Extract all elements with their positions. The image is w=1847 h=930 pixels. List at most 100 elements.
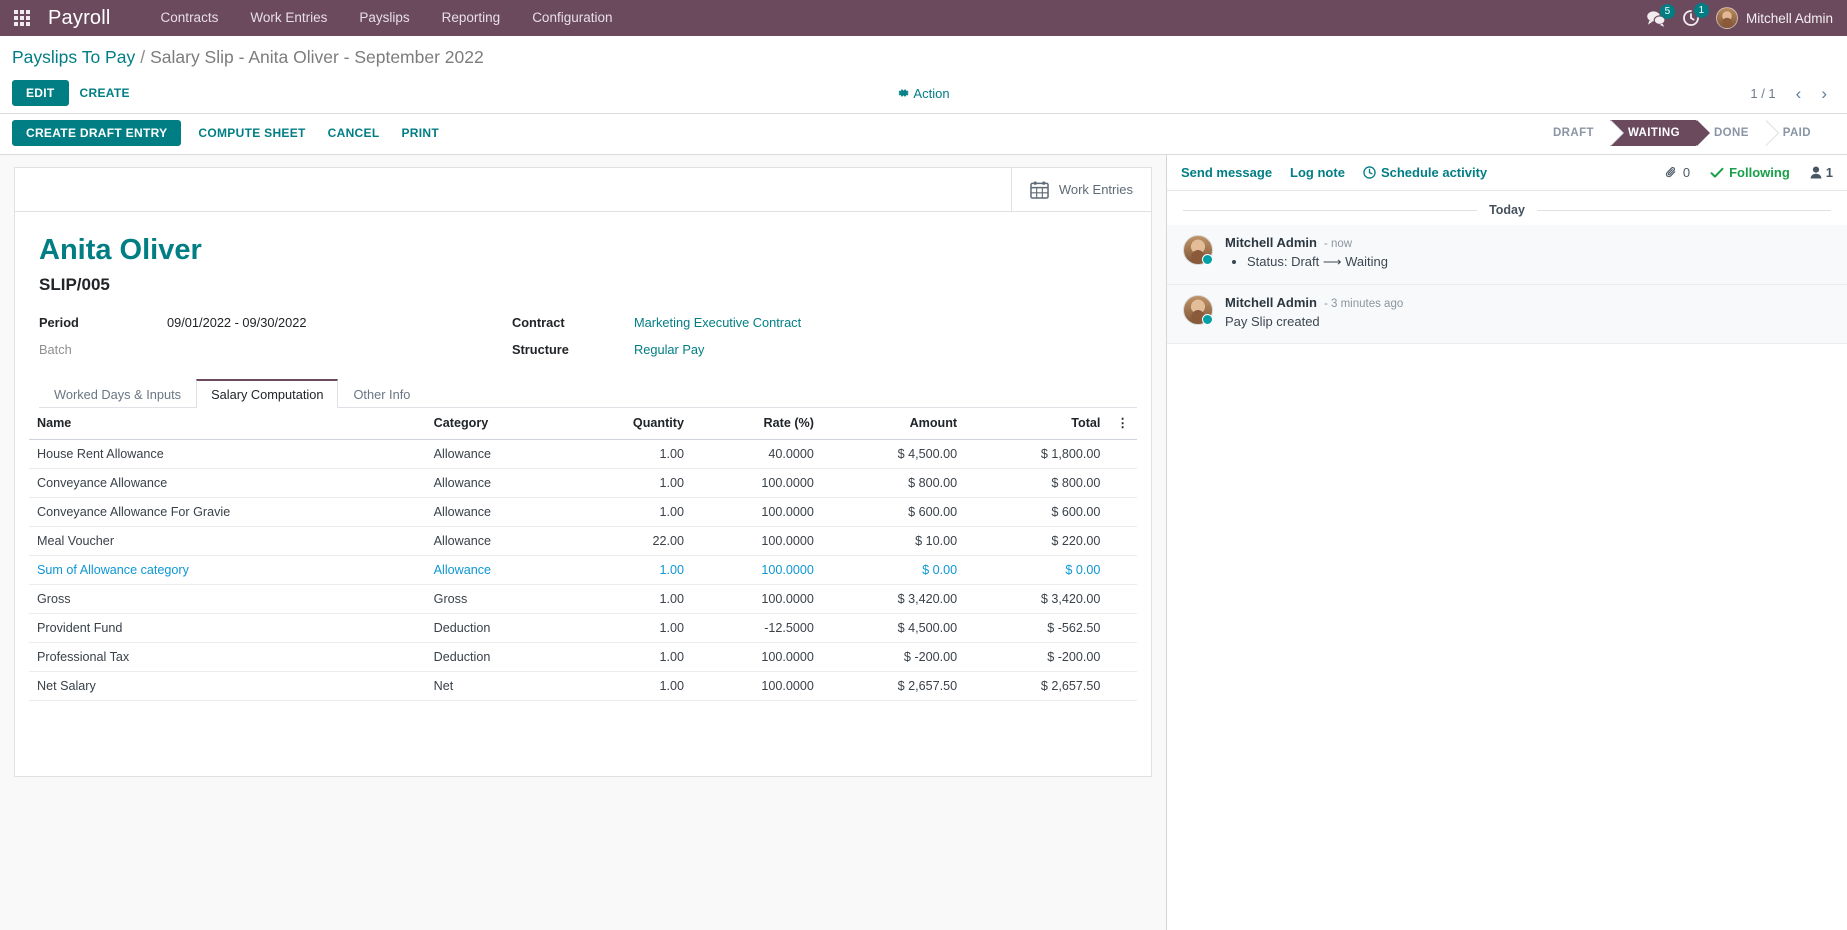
row-spacer — [1108, 468, 1137, 499]
tab-worked-days-inputs[interactable]: Worked Days & Inputs — [39, 379, 196, 408]
message-body: Mitchell Admin - 3 minutes ago Pay Slip cr… — [1225, 295, 1831, 329]
following-button[interactable]: Following — [1710, 165, 1790, 180]
row-category: Allowance — [425, 439, 565, 470]
user-menu[interactable]: Mitchell Admin — [1715, 7, 1833, 29]
tab-salary-computation[interactable]: Salary Computation — [196, 379, 339, 409]
row-name: Meal Voucher — [29, 526, 426, 557]
action-menu[interactable]: Action — [897, 86, 950, 101]
row-spacer — [1108, 584, 1137, 615]
create-draft-entry-button[interactable]: CREATE DRAFT ENTRY — [12, 120, 182, 146]
clock-icon — [1363, 166, 1376, 179]
row-total: $ -200.00 — [965, 642, 1109, 673]
table-row[interactable]: Provident Fund Deduction 1.00 -12.5000 $ 4,5… — [29, 613, 1137, 644]
following-label: Following — [1729, 165, 1790, 180]
row-category: Allowance — [425, 526, 565, 557]
compute-sheet-button[interactable]: COMPUTE SHEET — [187, 120, 316, 146]
form-fields: Period 09/01/2022 - 09/30/2022 Contract … — [39, 315, 1137, 357]
row-name: Professional Tax — [29, 642, 426, 673]
message-list: Mitchell Admin - now Status: Draft ⟶ Waiti… — [1167, 225, 1847, 344]
create-button[interactable]: CREATE — [69, 80, 141, 106]
row-amount: $ 800.00 — [821, 468, 966, 499]
salary-computation-table: Name Category Quantity Rate (%) Amount T… — [29, 408, 1137, 702]
row-total: $ 0.00 — [965, 555, 1109, 586]
message-thread: Today Mitchell Admin - now Status: Draft ⟶… — [1167, 191, 1847, 344]
pager-next-button[interactable]: › — [1813, 85, 1835, 102]
message-author[interactable]: Mitchell Admin — [1225, 295, 1317, 310]
row-category: Allowance — [425, 468, 565, 499]
table-row[interactable]: House Rent Allowance Allowance 1.00 40.0000… — [29, 439, 1137, 470]
table-row[interactable]: Conveyance Allowance For Gravie Allowance… — [29, 497, 1137, 528]
table-row[interactable]: Gross Gross 1.00 100.0000 $ 3,420.00 $ 3,420.… — [29, 584, 1137, 615]
row-amount: $ -200.00 — [821, 642, 966, 673]
row-total: $ 220.00 — [965, 526, 1109, 557]
breadcrumb-separator: / — [140, 47, 146, 67]
row-name: Provident Fund — [29, 613, 426, 644]
column-total: Total — [965, 408, 1109, 441]
attachments-button[interactable]: 0 — [1665, 165, 1690, 180]
row-rate: 100.0000 — [692, 468, 822, 499]
gear-icon — [898, 89, 909, 97]
control-panel: Payslips To Pay / Salary Slip - Anita Ol… — [0, 36, 1847, 114]
menu-work-entries[interactable]: Work Entries — [234, 0, 343, 36]
avatar — [1715, 7, 1738, 29]
row-name: Net Salary — [29, 671, 426, 702]
cancel-button[interactable]: CANCEL — [317, 120, 391, 146]
notebook-tabs: Worked Days & Inputs Salary Computation … — [39, 379, 1137, 409]
print-button[interactable]: PRINT — [390, 120, 450, 146]
row-spacer — [1108, 555, 1137, 586]
message-author[interactable]: Mitchell Admin — [1225, 235, 1317, 250]
table-header: Name Category Quantity Rate (%) Amount T… — [29, 408, 1137, 441]
row-spacer — [1108, 671, 1137, 702]
row-total: $ -562.50 — [965, 613, 1109, 644]
schedule-activity-button[interactable]: Schedule activity — [1363, 165, 1487, 180]
optional-columns-dropdown-icon[interactable]: ⋮ — [1108, 408, 1137, 441]
message-avatar[interactable] — [1183, 235, 1213, 265]
row-amount: $ 4,500.00 — [821, 613, 966, 644]
log-note-button[interactable]: Log note — [1290, 165, 1345, 180]
batch-value[interactable] — [167, 342, 512, 357]
contract-value[interactable]: Marketing Executive Contract — [634, 315, 1137, 330]
status-bar: DRAFT WAITING DONE PAID — [1534, 120, 1827, 146]
row-quantity: 1.00 — [564, 642, 692, 673]
menu-reporting[interactable]: Reporting — [426, 0, 517, 36]
tab-other-info[interactable]: Other Info — [338, 379, 425, 408]
app-brand[interactable]: Payroll — [48, 7, 111, 30]
table-row[interactable]: Conveyance Allowance Allowance 1.00 100.000… — [29, 468, 1137, 499]
message-avatar[interactable] — [1183, 295, 1213, 325]
form-pane: Work Entries Anita Oliver SLIP/005 Perio… — [0, 155, 1167, 930]
breadcrumb-root[interactable]: Payslips To Pay — [12, 47, 135, 68]
row-rate: 100.0000 — [692, 584, 822, 615]
edit-button[interactable]: EDIT — [12, 80, 69, 106]
followers-button[interactable]: 1 — [1810, 165, 1833, 180]
message-timestamp: - 3 minutes ago — [1323, 298, 1404, 310]
clock-activity-icon[interactable]: 1 — [1682, 3, 1709, 27]
message-timestamp: - now — [1323, 238, 1353, 250]
menu-payslips[interactable]: Payslips — [343, 0, 425, 36]
work-entries-stat-button[interactable]: Work Entries — [1010, 168, 1151, 211]
table-row[interactable]: Meal Voucher Allowance 22.00 100.0000 $ 10.0… — [29, 526, 1137, 557]
row-total: $ 3,420.00 — [965, 584, 1109, 615]
table-row[interactable]: Net Salary Net 1.00 100.0000 $ 2,657.50 $ 2,6… — [29, 671, 1137, 702]
user-name: Mitchell Admin — [1745, 10, 1833, 26]
sheet-body: Anita Oliver SLIP/005 Period 09/01/2022 … — [15, 212, 1151, 719]
menu-configuration[interactable]: Configuration — [516, 0, 628, 36]
row-total: $ 800.00 — [965, 468, 1109, 499]
row-amount: $ 0.00 — [821, 555, 966, 586]
payslip-reference: SLIP/005 — [39, 275, 110, 295]
structure-value[interactable]: Regular Pay — [634, 342, 1137, 357]
row-rate: -12.5000 — [692, 613, 822, 644]
table-row[interactable]: Sum of Allowance category Allowance 1.00 10… — [29, 555, 1137, 586]
messages-icon[interactable]: 5 — [1646, 3, 1675, 27]
apps-menu-icon[interactable] — [14, 10, 30, 26]
table-row[interactable]: Professional Tax Deduction 1.00 100.0000 $ -… — [29, 642, 1137, 673]
message-header: Mitchell Admin - 3 minutes ago — [1225, 295, 1831, 310]
column-category: Category — [425, 408, 565, 441]
menu-contracts[interactable]: Contracts — [145, 0, 235, 36]
pager-previous-button[interactable]: ‹ — [1788, 85, 1810, 102]
status-draft[interactable]: DRAFT — [1534, 120, 1624, 146]
send-message-button[interactable]: Send message — [1181, 165, 1272, 180]
attachment-count: 0 — [1682, 165, 1691, 180]
row-quantity: 1.00 — [564, 468, 692, 499]
column-amount: Amount — [821, 408, 966, 441]
chatter-status: 0 Following 1 — [1665, 165, 1833, 180]
